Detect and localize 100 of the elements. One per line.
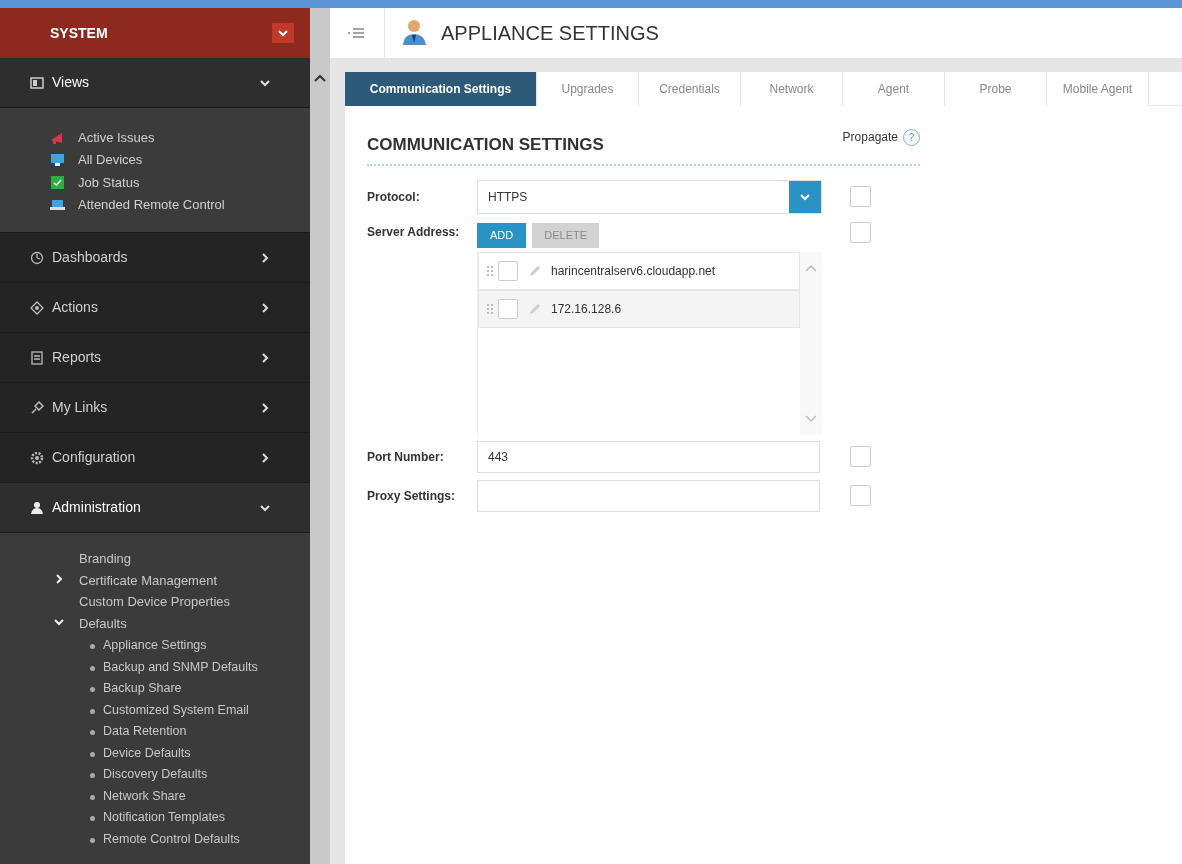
drag-handle-icon[interactable] [487, 265, 493, 276]
view-link[interactable]: All Devices [50, 148, 310, 171]
row-checkbox[interactable] [498, 298, 518, 319]
bullet-icon [90, 751, 95, 757]
protocol-select[interactable]: HTTPS [477, 179, 822, 214]
tree-label: Defaults [79, 614, 127, 633]
bullet-icon [90, 644, 95, 649]
proxy-field[interactable] [477, 479, 820, 512]
sidebar-title: SYSTEM [50, 23, 108, 43]
tree-item[interactable]: Backup and SNMP Defaults [0, 656, 310, 678]
propagate-checkbox[interactable] [850, 485, 871, 506]
chevron-right-icon [260, 302, 270, 313]
tree-item[interactable]: Backup Share [0, 678, 310, 700]
chevron-down-icon [260, 77, 270, 88]
section-title: COMMUNICATION SETTINGS [367, 134, 604, 156]
monitor-icon [50, 152, 65, 168]
field-label: Proxy Settings: [367, 487, 457, 505]
tree-label: Appliance Settings [103, 637, 208, 654]
view-link[interactable]: Attended Remote Control [50, 193, 310, 216]
address-text: harincentralserv6.cloudapp.net [551, 262, 716, 280]
address-text: 172.16.128.6 [551, 300, 622, 318]
tree-item[interactable]: Device Defaults [0, 742, 310, 764]
sidebar-scrollbar[interactable] [310, 8, 330, 864]
port-field[interactable]: 443 [477, 440, 820, 473]
laptop-icon [50, 197, 65, 213]
chevron-right-icon [260, 252, 270, 263]
section-label: Reports [52, 348, 102, 367]
sidebar-section[interactable]: Actions [0, 283, 310, 333]
field-label: Port Number: [367, 448, 445, 466]
tree-item[interactable]: Certificate Management [0, 570, 310, 592]
tree-label: Remote Control Defaults [103, 830, 241, 848]
window-icon [30, 75, 44, 90]
menu-collapse-icon[interactable] [347, 27, 365, 39]
view-link[interactable]: Active Issues [50, 126, 310, 149]
tree-label: Discovery Defaults [103, 766, 209, 783]
tree-item[interactable]: Notification Templates [0, 807, 310, 829]
dropdown-button[interactable] [272, 23, 294, 43]
dropdown-button[interactable] [789, 180, 821, 213]
tab[interactable]: Mobile Agent [1047, 72, 1149, 106]
link-label: Active Issues [78, 128, 155, 147]
field-label: Server Address: [367, 223, 461, 241]
propagate-checkbox[interactable] [850, 221, 871, 243]
tree-item[interactable]: Branding [0, 549, 310, 571]
list-row[interactable]: harincentralserv6.cloudapp.net [478, 251, 800, 290]
bullet-icon [90, 816, 95, 821]
tree-item[interactable]: Appliance Settings [0, 635, 310, 657]
tree-label: Device Defaults [103, 744, 192, 762]
tree-label: Network Share [103, 787, 187, 805]
clock-icon [30, 250, 44, 265]
tree-label: Certificate Management [79, 571, 217, 590]
tree-item[interactable]: Remote Control Defaults [0, 828, 310, 850]
tree-item[interactable]: Customized System Email [0, 699, 310, 721]
sidebar-section[interactable]: My Links [0, 383, 310, 433]
document-icon [30, 350, 44, 365]
link-label: Attended Remote Control [78, 196, 225, 214]
pencil-icon[interactable] [528, 301, 542, 316]
page-title: APPLIANCE SETTINGS [441, 21, 659, 46]
chevron-down-icon [260, 502, 270, 513]
row-checkbox[interactable] [498, 260, 518, 281]
diamond-icon [30, 300, 44, 315]
tree-item[interactable]: Defaults [0, 613, 310, 635]
tree-item[interactable]: Discovery Defaults [0, 764, 310, 786]
tree-item[interactable]: Network Share [0, 785, 310, 807]
propagate-checkbox[interactable] [850, 186, 871, 207]
tree-label: Notification Templates [103, 809, 227, 826]
link-label: Job Status [78, 173, 140, 192]
tree-item[interactable]: Custom Device Properties [0, 592, 310, 614]
section-label: Configuration [52, 448, 136, 467]
sidebar-section[interactable]: Dashboards [0, 233, 310, 283]
tab[interactable]: Communication Settings [345, 72, 537, 106]
tree-item[interactable]: Data Retention [0, 721, 310, 743]
tab[interactable]: Network [741, 72, 843, 106]
field-label: Protocol: [367, 188, 421, 206]
section-label: Administration [52, 498, 141, 517]
sidebar-section[interactable]: Views [0, 58, 310, 108]
scroll-down-icon[interactable] [805, 414, 817, 423]
section-label: Actions [52, 298, 98, 317]
sidebar-section[interactable]: Configuration [0, 433, 310, 483]
bullet-icon [90, 773, 95, 778]
view-link[interactable]: Job Status [50, 171, 310, 194]
tab[interactable]: Upgrades [537, 72, 639, 106]
gear-icon [30, 450, 44, 465]
tab[interactable]: Probe [945, 72, 1047, 106]
tree-label: Data Retention [103, 723, 188, 740]
section-label: Dashboards [52, 248, 128, 267]
tree-label: Customized System Email [103, 701, 250, 719]
propagate-checkbox[interactable] [850, 446, 871, 467]
tab[interactable]: Credentials [639, 72, 741, 106]
list-row[interactable]: 172.16.128.6 [478, 289, 800, 328]
pencil-icon[interactable] [528, 263, 542, 278]
chevron-right-icon [260, 452, 270, 463]
link-label: All Devices [78, 151, 143, 169]
scroll-up-icon[interactable] [314, 74, 326, 82]
sidebar-section[interactable]: Administration [0, 483, 310, 533]
drag-handle-icon[interactable] [487, 303, 493, 314]
sidebar-section[interactable]: Reports [0, 333, 310, 383]
tab[interactable]: Agent [843, 72, 945, 106]
list-scrollbar[interactable] [800, 251, 822, 435]
tree-label: Backup and SNMP Defaults [103, 658, 259, 676]
section-label: Views [52, 73, 90, 92]
